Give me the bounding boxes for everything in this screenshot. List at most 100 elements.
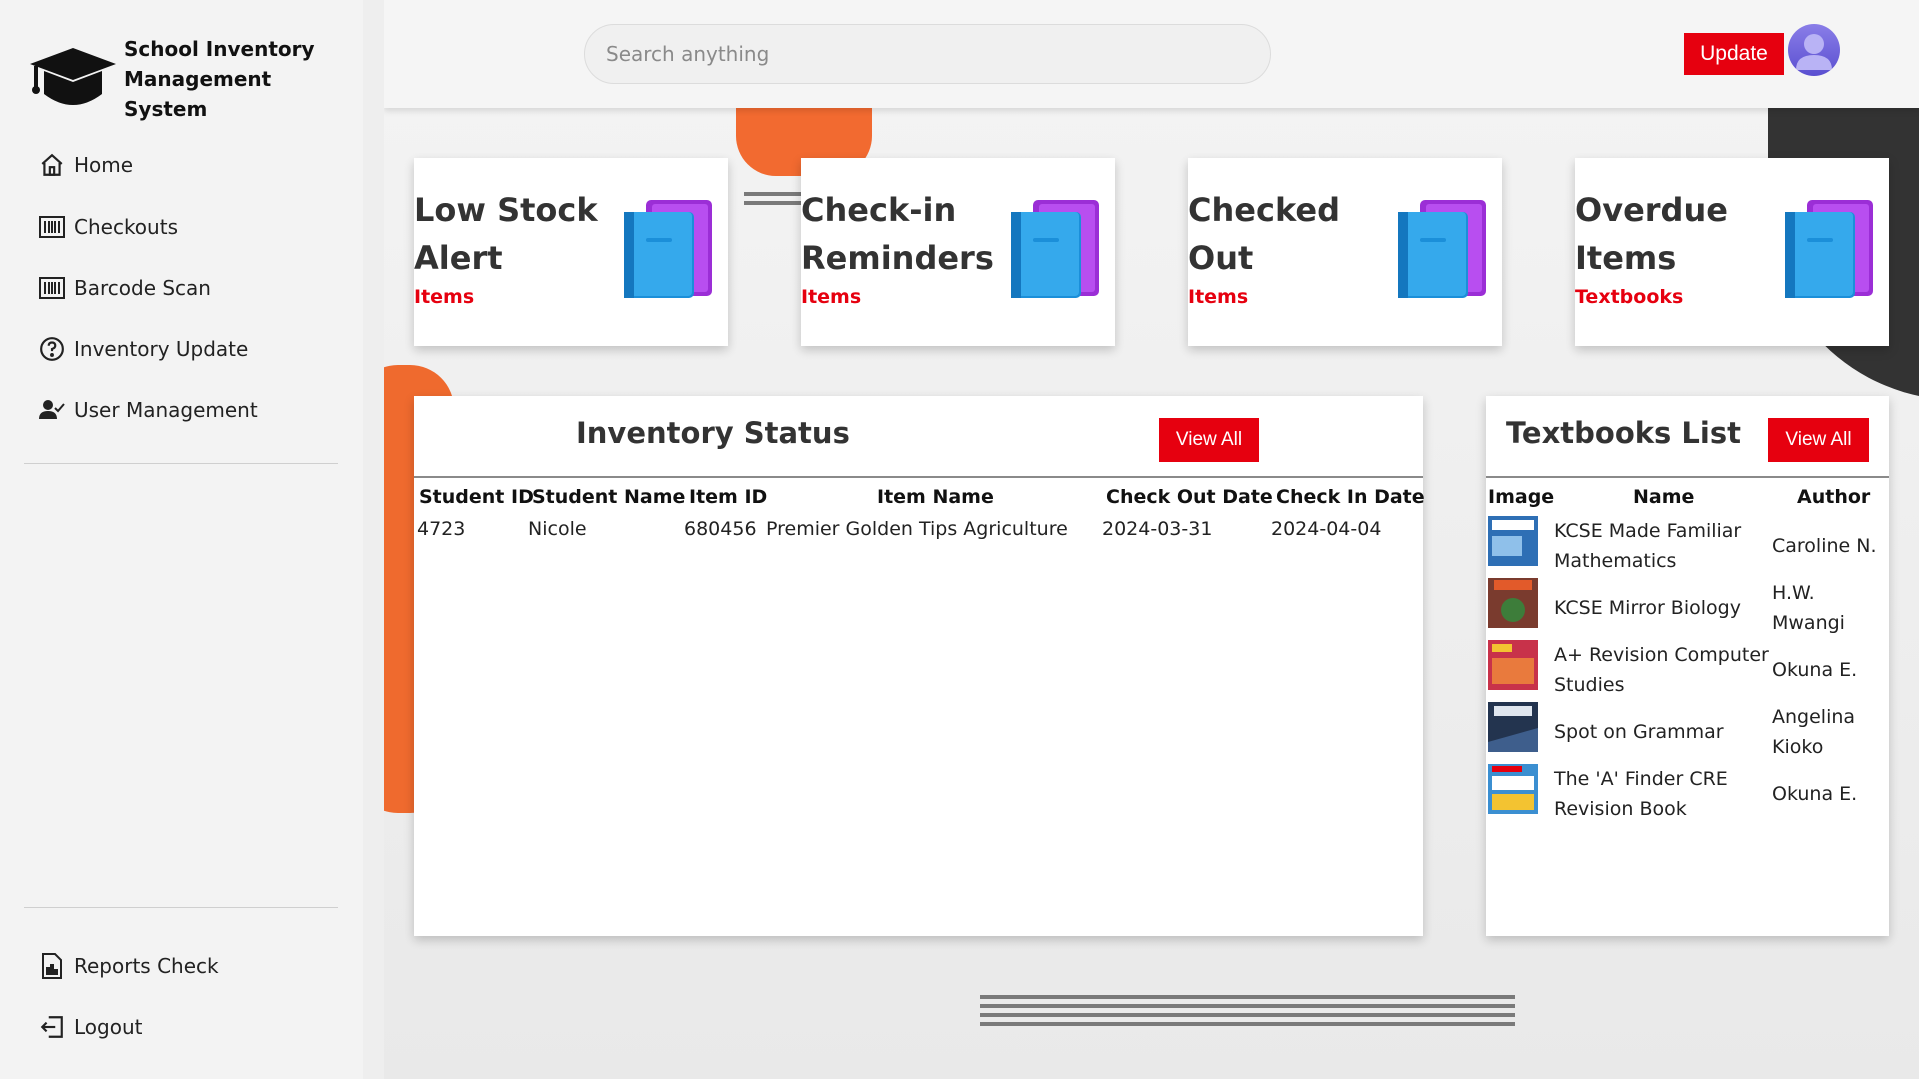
- view-all-button[interactable]: View All: [1159, 418, 1259, 462]
- help-circle-icon: [38, 335, 66, 363]
- stat-card-checked-out[interactable]: Checked Out Items: [1188, 158, 1502, 346]
- sidebar-item-home[interactable]: Home: [38, 147, 338, 183]
- main-content: Update Low Stock Alert Items Check-in Re…: [384, 0, 1919, 1079]
- search-input[interactable]: [584, 24, 1271, 84]
- card-title-line2: Reminders: [801, 239, 994, 277]
- card-title-line1: Overdue: [1575, 191, 1728, 229]
- inventory-status-panel: Inventory Status View All Student ID Stu…: [414, 396, 1425, 936]
- textbook-name: A+ Revision Computer Studies: [1554, 644, 1769, 696]
- graduation-cap-icon: [30, 48, 116, 105]
- view-all-button[interactable]: View All: [1768, 418, 1869, 462]
- table-cell: 2024-03-31: [1102, 518, 1213, 540]
- app-title-line3: System: [124, 97, 208, 121]
- textbook-author: H.W. Mwangi: [1772, 582, 1845, 634]
- user-check-icon: [38, 396, 66, 424]
- column-header: Image: [1488, 486, 1555, 508]
- user-avatar-icon: [1796, 34, 1832, 70]
- table-cell: 680456: [684, 518, 757, 540]
- sidebar-item-inventory-update[interactable]: Inventory Update: [38, 331, 338, 367]
- book-icon: [624, 200, 712, 298]
- sidebar-item-barcode-scan[interactable]: Barcode Scan: [38, 270, 338, 306]
- textbook-row[interactable]: KCSE Mirror Biology H.W. Mwangi: [1486, 578, 1886, 638]
- card-title-line1: Checked: [1188, 191, 1340, 229]
- textbook-name: KCSE Mirror Biology: [1554, 597, 1741, 619]
- textbook-author: Okuna E.: [1772, 659, 1858, 681]
- report-icon: [38, 952, 66, 980]
- sidebar-item-label: Barcode Scan: [74, 276, 211, 300]
- panel-header: Textbooks List View All: [1486, 396, 1889, 478]
- table-cell: 4723: [417, 518, 466, 540]
- app-title-line2: Management: [124, 67, 272, 91]
- stat-card-overdue-items[interactable]: Overdue Items Textbooks: [1575, 158, 1889, 346]
- sidebar-item-label: Inventory Update: [74, 337, 249, 361]
- table-cell: Nicole: [528, 518, 587, 540]
- card-title-line2: Out: [1188, 239, 1254, 277]
- table-cell: 2024-04-04: [1271, 518, 1382, 540]
- sidebar-item-reports-check[interactable]: Reports Check: [38, 948, 338, 984]
- panel-header: Inventory Status View All: [414, 396, 1423, 478]
- update-button[interactable]: Update: [1684, 33, 1784, 75]
- home-icon: [38, 151, 66, 179]
- column-header: Name: [1633, 486, 1695, 508]
- sidebar-item-label: Home: [74, 153, 134, 177]
- column-header: Student ID: [419, 486, 534, 508]
- sidebar-divider: [24, 907, 338, 908]
- sidebar-item-label: Checkouts: [74, 215, 178, 239]
- column-header: Check In Date: [1276, 486, 1425, 508]
- book-cover-image: [1488, 516, 1538, 566]
- topbar: Update: [384, 0, 1919, 108]
- textbook-author: Okuna E.: [1772, 783, 1858, 805]
- sidebar-item-checkouts[interactable]: Checkouts: [38, 209, 338, 245]
- textbook-row[interactable]: A+ Revision Computer Studies Okuna E.: [1486, 640, 1886, 700]
- column-header: Check Out Date: [1106, 486, 1273, 508]
- textbook-author: Caroline N.: [1772, 535, 1877, 557]
- sidebar-item-label: Reports Check: [74, 954, 219, 978]
- sidebar-divider: [24, 463, 338, 464]
- book-icon: [1785, 200, 1873, 298]
- card-subtitle: Textbooks: [1575, 286, 1684, 308]
- textbook-name: Spot on Grammar: [1554, 721, 1724, 743]
- sidebar: School Inventory Management System Home …: [0, 0, 363, 1079]
- card-title-line2: Alert: [414, 239, 503, 277]
- textbook-row[interactable]: The 'A' Finder CRE Revision Book Okuna E…: [1486, 764, 1886, 824]
- sidebar-item-logout[interactable]: Logout: [38, 1009, 338, 1045]
- app-title-line1: School Inventory: [124, 37, 315, 61]
- card-subtitle: Items: [1188, 286, 1249, 308]
- column-header: Author: [1797, 486, 1871, 508]
- book-cover-image: [1488, 764, 1538, 814]
- sidebar-item-label: User Management: [74, 398, 258, 422]
- barcode-icon: [38, 213, 66, 241]
- book-cover-image: [1488, 702, 1538, 752]
- card-subtitle: Items: [801, 286, 862, 308]
- column-header: Student Name: [532, 486, 686, 508]
- card-title-line2: Items: [1575, 239, 1677, 277]
- decorative-lines: [744, 192, 804, 210]
- logout-icon: [38, 1013, 66, 1041]
- stat-card-low-stock[interactable]: Low Stock Alert Items: [414, 158, 728, 346]
- card-title-line1: Low Stock: [414, 191, 598, 229]
- textbooks-list-panel: Textbooks List View All Image Name Autho…: [1486, 396, 1889, 936]
- stat-card-check-in-reminders[interactable]: Check-in Reminders Items: [801, 158, 1115, 346]
- barcode-icon: [38, 274, 66, 302]
- textbook-row[interactable]: Spot on Grammar Angelina Kioko: [1486, 702, 1886, 762]
- column-header: Item ID: [689, 486, 768, 508]
- column-header: Item Name: [877, 486, 994, 508]
- book-icon: [1398, 200, 1486, 298]
- brand: School Inventory Management System: [30, 34, 350, 124]
- textbook-author: Angelina Kioko: [1772, 706, 1856, 758]
- book-icon: [1011, 200, 1099, 298]
- textbook-name: KCSE Made Familiar Mathematics: [1554, 520, 1742, 572]
- avatar[interactable]: [1788, 24, 1840, 76]
- table-cell: Premier Golden Tips Agriculture: [766, 518, 1068, 540]
- decorative-lines: [980, 995, 1515, 1031]
- sidebar-item-user-management[interactable]: User Management: [38, 392, 338, 428]
- panel-title: Inventory Status: [576, 416, 850, 450]
- panel-title: Textbooks List: [1506, 416, 1741, 450]
- sidebar-item-label: Logout: [74, 1015, 143, 1039]
- textbook-row[interactable]: KCSE Made Familiar Mathematics Caroline …: [1486, 516, 1886, 576]
- card-title-line1: Check-in: [801, 191, 957, 229]
- book-cover-image: [1488, 578, 1538, 628]
- card-subtitle: Items: [414, 286, 475, 308]
- textbook-name: The 'A' Finder CRE Revision Book: [1554, 768, 1728, 820]
- book-cover-image: [1488, 640, 1538, 690]
